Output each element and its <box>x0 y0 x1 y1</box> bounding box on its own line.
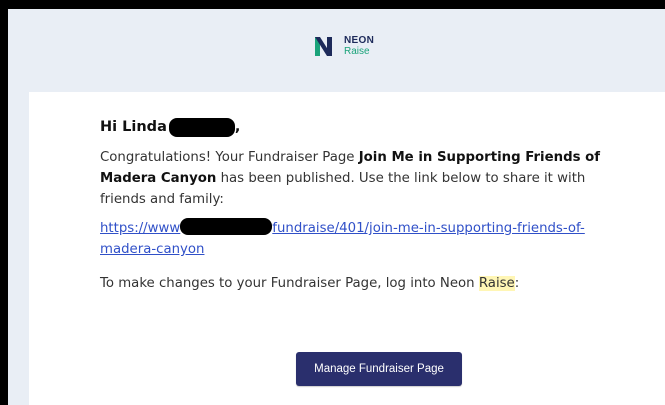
logo-raise-text: Raise <box>344 45 370 57</box>
greeting-prefix: Hi Linda <box>100 119 167 135</box>
redacted-name <box>168 117 235 137</box>
neon-raise-logo: NEON Raise <box>313 34 374 58</box>
greeting-suffix: , <box>234 119 241 135</box>
greeting: Hi Linda , <box>100 116 610 138</box>
link-start[interactable]: https://www <box>100 221 180 236</box>
redacted-domain <box>180 218 273 235</box>
manage-fundraiser-page-button[interactable]: Manage Fundraiser Page <box>296 352 462 386</box>
changes-colon: : <box>514 276 520 291</box>
email-body: Hi Linda , Congratulations! Your Fundrai… <box>100 116 610 294</box>
fundraiser-link[interactable]: https://www fundraise/401/join-me-in-supp… <box>100 218 610 260</box>
congrats-text-before: Congratulations! Your Fundraiser Page <box>100 150 359 165</box>
changes-text: To make changes to your Fundraiser Page,… <box>100 276 479 291</box>
logo-neon-text: NEON <box>344 34 375 46</box>
highlighted-raise: Raise <box>478 276 515 291</box>
changes-instruction: To make changes to your Fundraiser Page,… <box>100 273 610 294</box>
neon-logo-icon <box>315 37 332 56</box>
email-card: Hi Linda , Congratulations! Your Fundrai… <box>29 92 665 405</box>
congratulations-message: Congratulations! Your Fundraiser Page Jo… <box>100 147 610 210</box>
email-viewer: NEON Raise Hi Linda , Congratulations! Y… <box>8 9 665 405</box>
